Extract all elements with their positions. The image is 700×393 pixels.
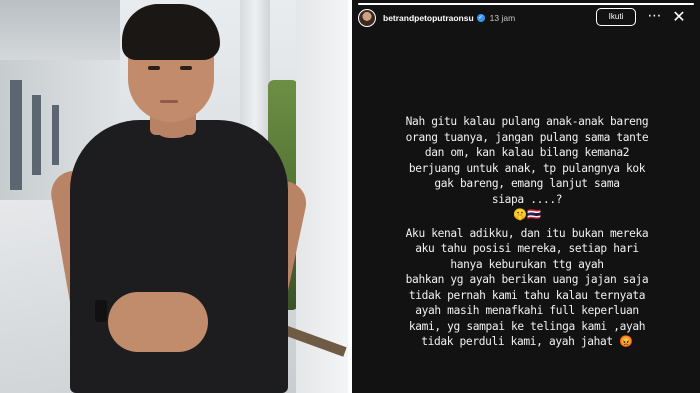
corridor-ceiling (0, 0, 120, 60)
story-line: dan om, kan kalau bilang kemana2 (424, 146, 630, 159)
story-paragraph-2: Aku kenal adikku, dan itu bukan mereka a… (366, 226, 688, 350)
story-line: orang tuanya, jangan pulang sama tante (405, 130, 649, 144)
corridor-window (10, 80, 22, 190)
more-icon[interactable]: ⋯ (646, 9, 662, 25)
photo-panel (0, 0, 348, 393)
story-line: Aku kenal adikku, dan itu bukan mereka (405, 226, 649, 240)
story-header: betrandpetoputraonsu ✓ 13 jam Ikuti ⋯ ✕ (358, 8, 694, 28)
follow-button[interactable]: Ikuti (596, 8, 636, 26)
verified-icon: ✓ (476, 14, 485, 22)
wristwatch (95, 300, 107, 322)
corridor-window (52, 105, 59, 165)
story-line: tidak pernah kami tahu kalau ternyata (408, 288, 646, 302)
timestamp: 13 jam (489, 13, 516, 23)
story-paragraph-1: Nah gitu kalau pulang anak-anak bareng o… (366, 114, 688, 223)
hair (122, 4, 220, 60)
username[interactable]: betrandpetoputraonsu (383, 13, 474, 23)
story-progress-fill (358, 3, 694, 5)
story-text: Nah gitu kalau pulang anak-anak bareng o… (366, 114, 688, 350)
instagram-story[interactable]: betrandpetoputraonsu ✓ 13 jam Ikuti ⋯ ✕ … (352, 0, 700, 393)
story-line: ayah masih menafkahi full keperluan (415, 304, 639, 317)
story-line: kami, yg sampai ke telinga kami ,ayah (408, 319, 646, 333)
left-eye (148, 66, 160, 70)
story-line: aku tahu posisi mereka, setiap hari (415, 242, 639, 255)
story-line: gak bareng, emang lanjut sama (434, 177, 620, 190)
black-tshirt (70, 120, 288, 393)
story-line: siapa ....? (491, 192, 563, 206)
right-eye (180, 66, 192, 70)
close-icon[interactable]: ✕ (670, 8, 688, 26)
mouth (160, 100, 178, 103)
story-line: berjuang untuk anak, tp pulangnya kok (408, 161, 646, 175)
avatar[interactable] (358, 9, 376, 27)
story-emoji-line: 🤫🇹🇭 (513, 208, 541, 221)
story-progress-bar (358, 3, 694, 5)
story-line: Nah gitu kalau pulang anak-anak bareng (405, 115, 649, 128)
corridor-window (32, 95, 41, 175)
clasped-hands (108, 292, 208, 352)
story-line: hanya keburukan ttg ayah (450, 257, 604, 271)
story-line: tidak perduli kami, ayah jahat 😡 (421, 335, 633, 348)
story-line: bahkan yg ayah berikan uang jajan saja (405, 273, 649, 286)
